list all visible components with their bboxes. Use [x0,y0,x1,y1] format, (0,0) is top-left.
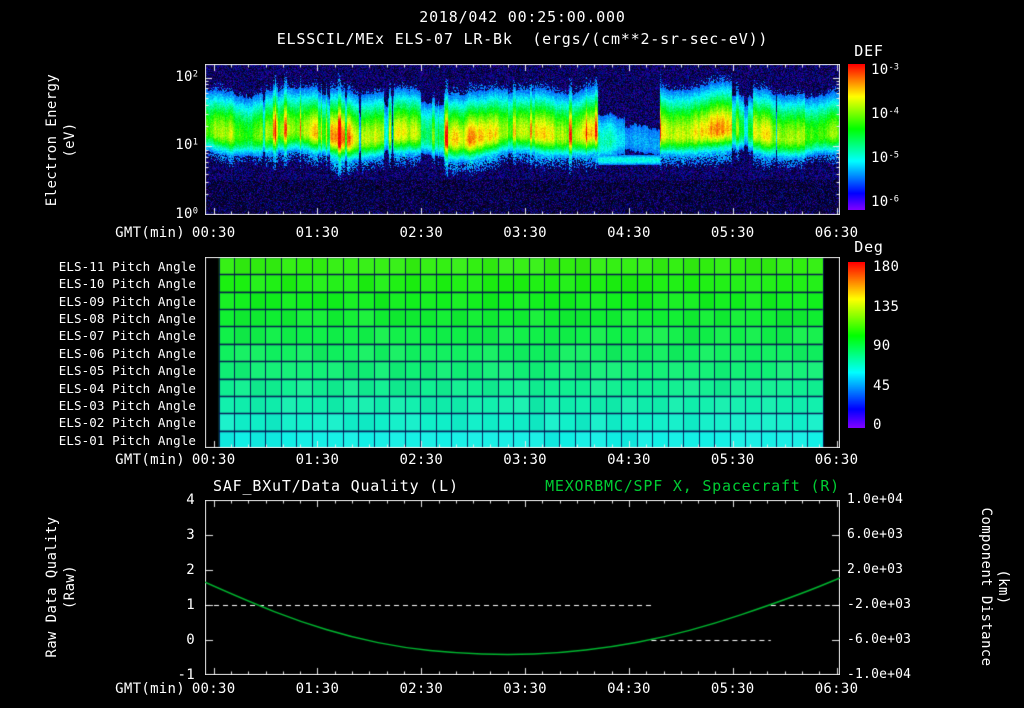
pitch-row-label: ELS-06 Pitch Angle [30,346,196,361]
x-tick-label: 03:30 [495,452,555,468]
x-tick-label: 02:30 [391,225,451,241]
energy-tick-label: 101 [136,137,198,153]
x-tick-label: 02:30 [391,452,451,468]
plot-stage: 2018/042 00:25:00.000 ELSSCIL/MEx ELS-07… [0,0,1024,708]
quality-tick-label: 3 [150,527,195,543]
pitch-row-label: ELS-04 Pitch Angle [30,381,196,396]
gmt-axis-label: GMT(min) [95,681,185,697]
pitch-row-label: ELS-08 Pitch Angle [30,311,196,326]
energy-tick-label: 102 [136,69,198,85]
spectrogram-canvas [205,64,840,215]
x-tick-label: 01:30 [287,452,347,468]
gmt-axis-label: GMT(min) [95,225,185,241]
def-colorbar-label: DEF [843,42,895,60]
raw-quality-axis-label: Raw Data Quality [44,516,60,657]
bottom-right-title: MEXORBMC/SPF X, Spacecraft (R) [440,477,840,495]
pitch-row-label: ELS-02 Pitch Angle [30,415,196,430]
def-colorbar [848,64,865,210]
deg-tick-label: 0 [873,417,882,433]
x-tick-label: 06:30 [807,681,867,697]
pitch-row-label: ELS-01 Pitch Angle [30,433,196,448]
component-distance-axis-unit: (km) [995,569,1011,604]
line-plot-canvas [205,500,840,675]
pitch-row-label: ELS-03 Pitch Angle [30,398,196,413]
x-tick-label: 04:30 [599,681,659,697]
component-distance-axis-label: Component Distance [978,508,994,667]
distance-tick-label: 6.0e+03 [847,527,919,542]
def-tick-label: 10-3 [871,62,899,78]
quality-tick-label: 2 [150,562,195,578]
distance-tick-label: 1.0e+04 [847,492,919,507]
def-tick-label: 10-4 [871,106,899,122]
x-tick-label: 01:30 [287,225,347,241]
deg-tick-label: 90 [873,338,890,354]
energy-tick-label: 100 [136,206,198,222]
gmt-axis-label: GMT(min) [95,452,185,468]
def-tick-label: 10-6 [871,194,899,210]
raw-quality-axis-unit: (Raw) [62,565,78,609]
quality-tick-label: -1 [150,667,195,683]
timestamp-title: 2018/042 00:25:00.000 [205,8,840,26]
def-tick-label: 10-5 [871,150,899,166]
x-tick-label: 03:30 [495,225,555,241]
distance-tick-label: -1.0e+04 [847,667,919,682]
pitch-row-label: ELS-05 Pitch Angle [30,363,196,378]
quality-tick-label: 4 [150,492,195,508]
deg-tick-label: 135 [873,299,899,315]
bottom-left-title: SAF_BXuT/Data Quality (L) [213,477,459,495]
plot-title: ELSSCIL/MEx ELS-07 LR-Bk (ergs/(cm**2-sr… [205,30,840,48]
x-tick-label: 04:30 [599,452,659,468]
x-tick-label: 05:30 [703,452,763,468]
deg-tick-label: 180 [873,259,899,275]
x-tick-label: 03:30 [495,681,555,697]
x-tick-label: 00:30 [184,681,244,697]
x-tick-label: 05:30 [703,225,763,241]
distance-tick-label: -2.0e+03 [847,597,919,612]
electron-energy-axis-unit: (eV) [62,122,78,157]
x-tick-label: 00:30 [184,452,244,468]
pitch-angle-canvas [205,257,840,448]
pitch-row-label: ELS-09 Pitch Angle [30,294,196,309]
distance-tick-label: -6.0e+03 [847,632,919,647]
distance-tick-label: 2.0e+03 [847,562,919,577]
x-tick-label: 06:30 [807,225,867,241]
deg-colorbar [848,262,865,428]
deg-tick-label: 45 [873,378,890,394]
pitch-row-label: ELS-07 Pitch Angle [30,328,196,343]
quality-tick-label: 0 [150,632,195,648]
pitch-row-label: ELS-10 Pitch Angle [30,276,196,291]
pitch-row-label: ELS-11 Pitch Angle [30,259,196,274]
x-tick-label: 05:30 [703,681,763,697]
x-tick-label: 00:30 [184,225,244,241]
x-tick-label: 06:30 [807,452,867,468]
x-tick-label: 01:30 [287,681,347,697]
electron-energy-axis-label: Electron Energy [44,74,60,206]
x-tick-label: 02:30 [391,681,451,697]
x-tick-label: 04:30 [599,225,659,241]
quality-tick-label: 1 [150,597,195,613]
